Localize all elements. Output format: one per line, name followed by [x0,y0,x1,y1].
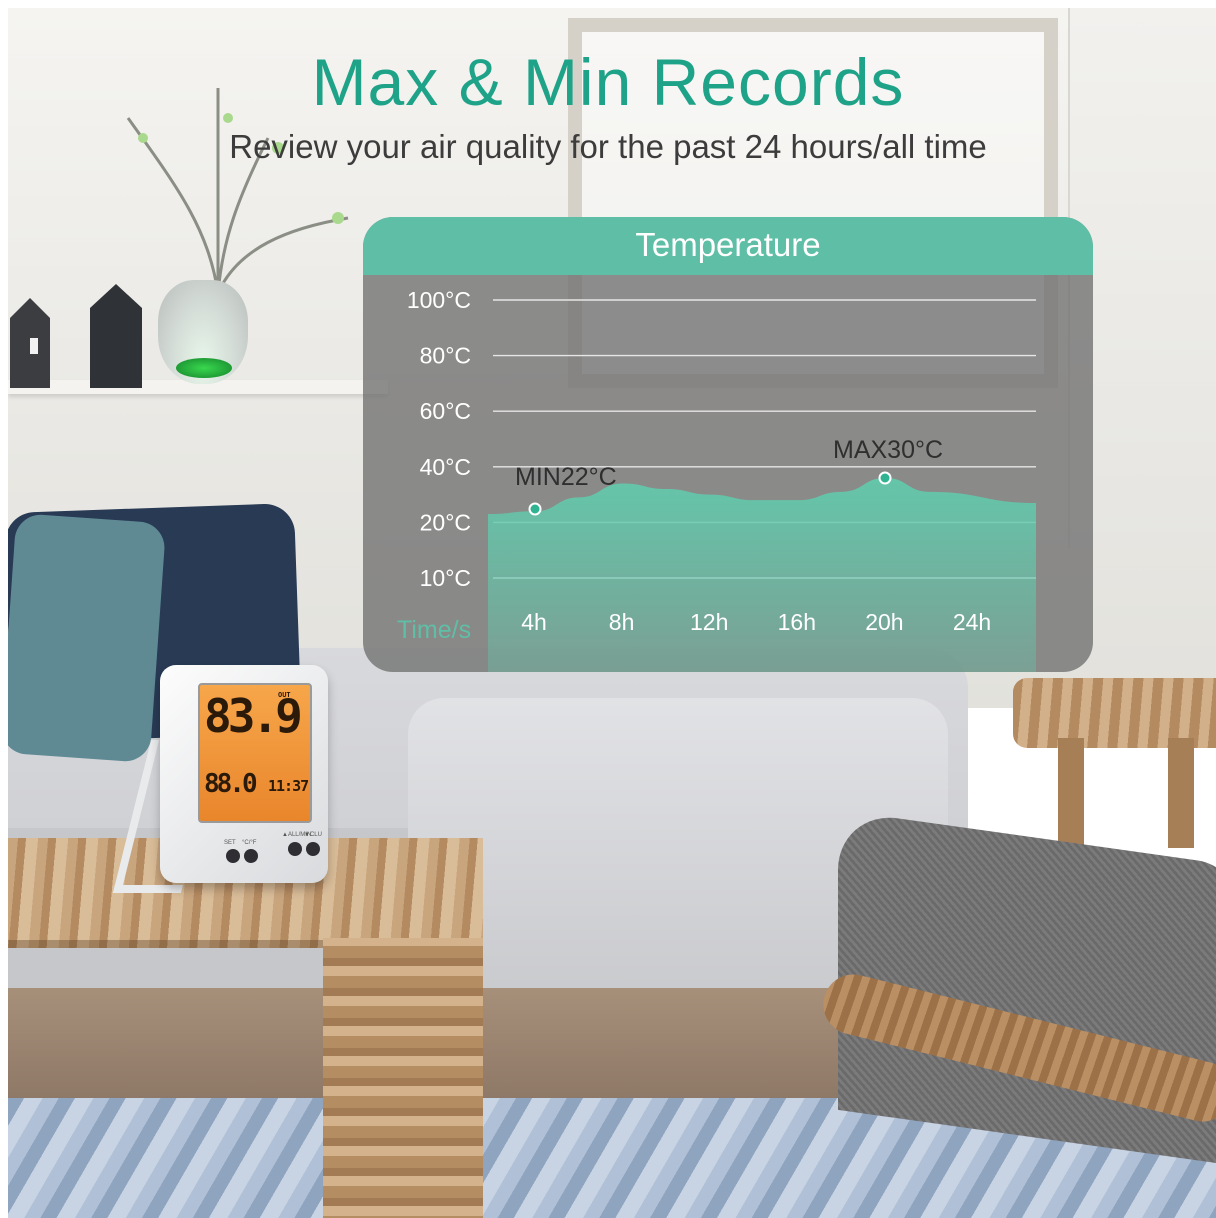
device-button-label: °C/°F [242,840,257,846]
chair-leg [1058,738,1084,848]
lcd-out-label: OUT [278,691,291,699]
y-tick-label: 100°C [407,287,471,313]
annotation-label: MIN22°C [515,463,617,491]
device-button-label: SET [224,840,236,846]
chair-leg [1168,738,1194,848]
device-set-button[interactable] [226,849,240,863]
temperature-chart: 100°C 80°C 60°C 40°C 20°C 10°C 4h 8h 12h 16h 20h 24… [397,287,1036,672]
x-tick-label: 8h [609,609,635,635]
page-subtitle: Review your air quality for the past 24 … [229,128,987,165]
page-title: Max & Min Records [311,45,905,119]
y-tick-label: 80°C [420,343,471,369]
annotation-marker [528,502,542,516]
temperature-area [488,477,1036,672]
lcd-time: 11:37 [268,777,309,795]
lcd-secondary-reading: 88.0 [204,769,258,799]
x-tick-label: 16h [778,609,816,635]
x-tick-label: 20h [865,609,903,635]
vase-glow [176,358,232,378]
device-max-min-button[interactable] [288,842,302,856]
temperature-chart-panel: Temperature 100°C 80°C 60°C 40°C 20°C 10°C 4h 8… [363,217,1093,672]
coffee-table-leg [323,938,483,1218]
x-tick-label: 12h [690,609,728,635]
device-clear-button[interactable] [306,842,320,856]
annotation-label: MAX30°C [833,436,943,464]
y-tick-label: 10°C [420,565,471,591]
x-tick-label: 4h [521,609,547,635]
y-tick-label: 20°C [420,509,471,535]
pillow-teal [8,513,167,763]
device-button-label: ▼CLU [304,832,322,838]
x-axis-label: Time/s [397,616,471,644]
y-tick-label: 40°C [420,454,471,480]
device-lcd-screen: 83.9 OUT 88.0 11:37 [198,683,312,823]
annotation-marker [878,471,892,485]
device-unit-button[interactable] [244,849,258,863]
x-tick-label: 24h [953,609,991,635]
y-tick-label: 60°C [420,398,471,424]
